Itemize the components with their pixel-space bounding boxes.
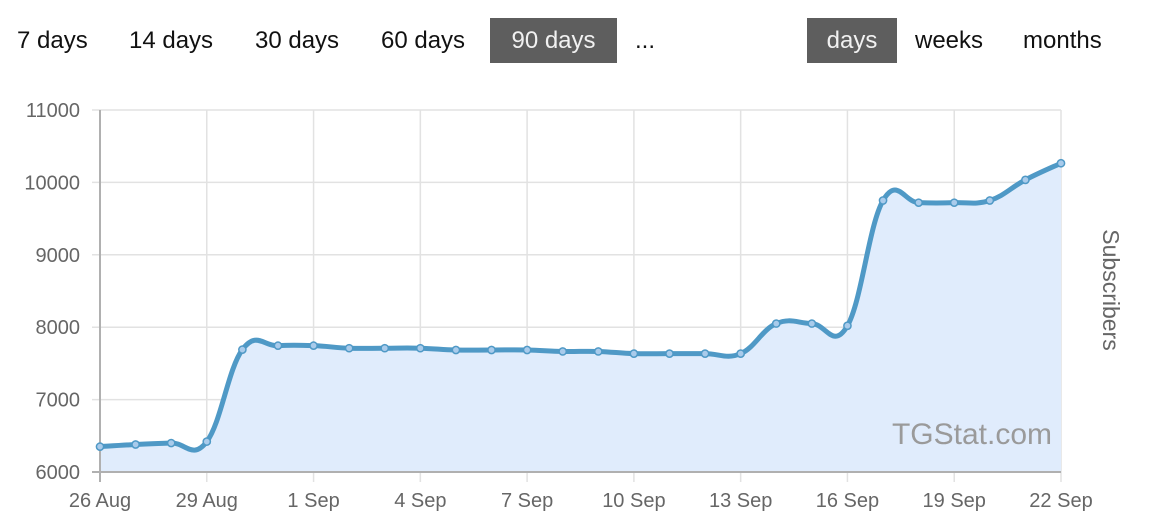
- x-tick-label: 19 Sep: [923, 490, 986, 512]
- x-tick-label: 1 Sep: [287, 490, 339, 512]
- y-axis-labels: 6000 7000 8000 9000 10000 11000: [24, 100, 80, 484]
- data-point: [1056, 158, 1066, 168]
- data-point: [736, 349, 746, 358]
- data-point: [95, 442, 105, 452]
- x-tick-label: 16 Sep: [816, 490, 879, 512]
- data-point: [309, 341, 318, 351]
- data-point: [166, 438, 176, 448]
- data-point: [1021, 175, 1030, 185]
- data-point: [843, 321, 852, 331]
- y-tick-label: 11000: [26, 100, 80, 122]
- data-point: [131, 440, 140, 449]
- data-point: [700, 349, 710, 358]
- y-tick-label: 6000: [36, 462, 81, 484]
- data-point: [380, 343, 390, 353]
- y-tick-label: 9000: [36, 245, 81, 267]
- x-tick-label: 7 Sep: [501, 490, 553, 512]
- data-point: [878, 196, 888, 205]
- x-tick-label: 4 Sep: [394, 490, 446, 512]
- x-tick-label: 29 Aug: [176, 490, 238, 512]
- data-point: [914, 198, 923, 208]
- data-point: [522, 345, 532, 355]
- y-tick-label: 10000: [24, 172, 80, 194]
- x-tick-label: 22 Sep: [1029, 490, 1092, 512]
- data-point: [985, 196, 995, 205]
- data-point: [344, 343, 354, 353]
- range-7-days-button[interactable]: 7 days: [0, 18, 105, 63]
- data-point: [949, 198, 959, 208]
- watermark: TGStat.com: [892, 418, 1052, 451]
- data-point: [558, 347, 568, 356]
- data-point: [629, 349, 639, 358]
- y-tick-label: 7000: [36, 390, 81, 412]
- x-axis-labels: 26 Aug 29 Aug 1 Sep 4 Sep 7 Sep 10 Sep 13 Sep 1…: [69, 490, 1093, 512]
- data-point: [273, 341, 283, 351]
- toolbar: 7 days 14 days 30 days 60 days 90 days .…: [0, 18, 1149, 63]
- range-30-days-button[interactable]: 30 days: [238, 18, 356, 63]
- data-point: [238, 345, 247, 354]
- granularity-weeks-button[interactable]: weeks: [898, 18, 1000, 63]
- data-point: [451, 345, 461, 355]
- range-90-days-button[interactable]: 90 days: [490, 18, 617, 63]
- y-axis-title: Subscribers: [1098, 229, 1124, 350]
- x-tick-label: 13 Sep: [709, 490, 772, 512]
- data-point: [807, 319, 817, 328]
- granularity-days-button[interactable]: days: [807, 18, 897, 63]
- granularity-months-button[interactable]: months: [1006, 18, 1119, 63]
- data-point: [593, 347, 603, 356]
- range-14-days-button[interactable]: 14 days: [112, 18, 230, 63]
- x-tick-label: 10 Sep: [602, 490, 665, 512]
- data-point: [415, 343, 425, 353]
- range-60-days-button[interactable]: 60 days: [364, 18, 482, 63]
- data-point: [665, 349, 674, 358]
- x-tick-label: 26 Aug: [69, 490, 131, 512]
- data-point: [771, 319, 781, 328]
- subscribers-chart: TGStat.com 6000 7000 8000 9000 10000 11000 26…: [24, 100, 1124, 512]
- data-point: [487, 345, 496, 355]
- y-tick-label: 8000: [36, 317, 81, 339]
- range-more-button[interactable]: ...: [618, 18, 672, 63]
- data-point: [202, 437, 212, 446]
